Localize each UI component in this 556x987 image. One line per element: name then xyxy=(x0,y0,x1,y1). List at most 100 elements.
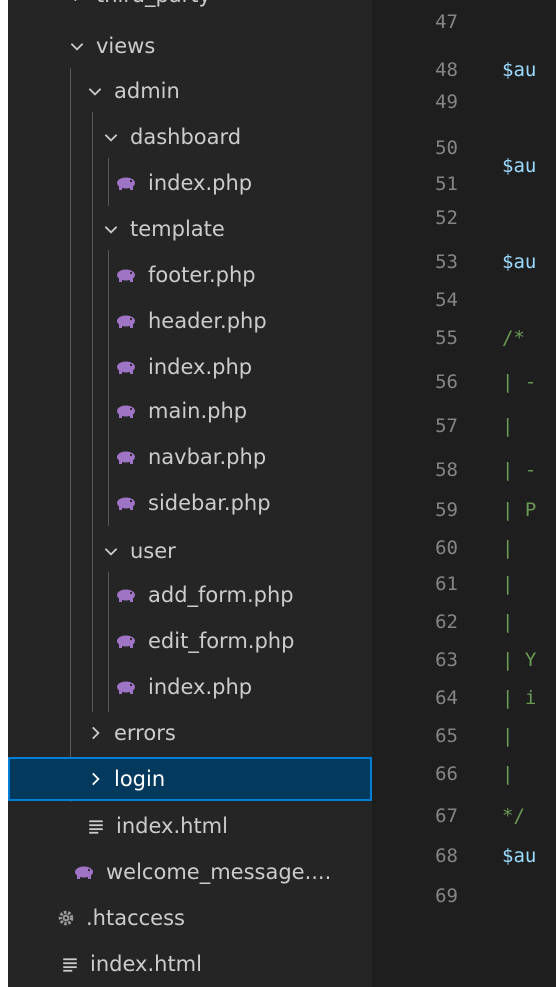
chevron-right-icon xyxy=(66,0,88,6)
chevron-down-icon xyxy=(66,35,88,57)
tree-file-user-index-php[interactable]: index.php xyxy=(8,666,372,708)
code-line-50[interactable]: $au xyxy=(502,146,536,186)
line-number: 65 xyxy=(435,725,458,747)
code-line-66[interactable]: | xyxy=(502,754,513,794)
tree-file-root-index-html[interactable]: index.html xyxy=(8,943,372,985)
chevron-down-icon xyxy=(100,540,122,562)
tree-file-views-index-html[interactable]: index.html xyxy=(8,805,372,847)
line-number: 53 xyxy=(435,251,458,273)
chevron-down-icon xyxy=(100,218,122,240)
php-elephant-icon xyxy=(114,630,138,652)
tree-item-label: navbar.php xyxy=(148,445,267,469)
tree-item-label: edit_form.php xyxy=(148,629,295,653)
line-number: 55 xyxy=(435,327,458,349)
code-line-63[interactable]: | Y xyxy=(502,640,536,680)
tree-file-template-index-php[interactable]: index.php xyxy=(8,346,372,388)
tree-file-header-php[interactable]: header.php xyxy=(8,300,372,342)
line-number: 66 xyxy=(435,763,458,785)
tree-item-label: views xyxy=(96,34,156,58)
code-line-57[interactable]: | xyxy=(502,406,513,446)
tree-folder-user[interactable]: user xyxy=(8,530,372,572)
file-explorer[interactable]: third_party views admin dashboard index.… xyxy=(8,0,372,987)
tree-item-label: header.php xyxy=(148,309,267,333)
text-lines-icon xyxy=(58,953,82,975)
tree-file-main-php[interactable]: main.php xyxy=(8,390,372,432)
php-elephant-icon xyxy=(114,264,138,286)
code-line-59[interactable]: | P xyxy=(502,490,536,530)
code-line-62[interactable]: | xyxy=(502,602,513,642)
tree-folder-admin[interactable]: admin xyxy=(8,70,372,112)
line-number: 56 xyxy=(435,371,458,393)
code-line-55[interactable]: /* xyxy=(502,318,525,358)
tree-folder-template[interactable]: template xyxy=(8,208,372,250)
tree-item-label: index.php xyxy=(148,171,253,195)
line-number: 54 xyxy=(435,289,458,311)
tree-item-label: index.php xyxy=(148,675,253,699)
text-lines-icon xyxy=(84,815,108,837)
line-number: 50 xyxy=(435,137,458,159)
gear-icon xyxy=(54,907,78,929)
code-line-61[interactable]: | xyxy=(502,564,513,604)
tree-folder-views[interactable]: views xyxy=(8,25,372,67)
tree-file-add-form-php[interactable]: add_form.php xyxy=(8,574,372,616)
window-edge xyxy=(0,0,8,987)
tree-file-navbar-php[interactable]: navbar.php xyxy=(8,436,372,478)
line-number: 58 xyxy=(435,459,458,481)
code-line-53[interactable]: $au xyxy=(502,242,536,282)
php-elephant-icon xyxy=(114,676,138,698)
tree-item-label: user xyxy=(130,539,176,563)
php-elephant-icon xyxy=(72,861,96,883)
php-elephant-icon xyxy=(114,356,138,378)
tree-item-label: index.html xyxy=(90,952,202,976)
code-line-67[interactable]: */ xyxy=(502,796,525,836)
tree-item-label: main.php xyxy=(148,399,248,423)
tree-file-welcome-message-php[interactable]: welcome_message.... xyxy=(8,851,372,893)
chevron-down-icon xyxy=(84,80,106,102)
line-number: 52 xyxy=(435,207,458,229)
code-line-64[interactable]: | i xyxy=(502,678,536,718)
php-elephant-icon xyxy=(114,310,138,332)
line-number: 59 xyxy=(435,499,458,521)
tree-item-label: template xyxy=(130,217,225,241)
tree-item-label: add_form.php xyxy=(148,583,294,607)
tree-file-edit-form-php[interactable]: edit_form.php xyxy=(8,620,372,662)
tree-file-sidebar-php[interactable]: sidebar.php xyxy=(8,482,372,524)
chevron-right-icon xyxy=(84,722,106,744)
tree-folder-third-party[interactable]: third_party xyxy=(8,0,372,16)
php-elephant-icon xyxy=(114,492,138,514)
code-line-68[interactable]: $au xyxy=(502,836,536,876)
php-elephant-icon xyxy=(114,584,138,606)
tree-item-label: errors xyxy=(114,721,176,745)
tree-item-label: admin xyxy=(114,79,180,103)
line-number: 63 xyxy=(435,649,458,671)
chevron-right-icon xyxy=(84,768,106,790)
line-number: 67 xyxy=(435,805,458,827)
tree-file-footer-php[interactable]: footer.php xyxy=(8,254,372,296)
code-line-58[interactable]: | - xyxy=(502,450,536,490)
chevron-down-icon xyxy=(100,126,122,148)
code-line-65[interactable]: | xyxy=(502,716,513,756)
php-elephant-icon xyxy=(114,446,138,468)
php-elephant-icon xyxy=(114,172,138,194)
tree-folder-login[interactable]: login xyxy=(8,757,372,801)
line-number: 61 xyxy=(435,573,458,595)
code-line-48[interactable]: $au xyxy=(502,50,536,90)
tree-item-label: login xyxy=(114,767,166,791)
line-number: 62 xyxy=(435,611,458,633)
tree-folder-errors[interactable]: errors xyxy=(8,712,372,754)
tree-file-dashboard-index-php[interactable]: index.php xyxy=(8,162,372,204)
tree-item-label: dashboard xyxy=(130,125,242,149)
line-number: 57 xyxy=(435,415,458,437)
php-elephant-icon xyxy=(114,400,138,422)
code-editor[interactable]: 47 48 49 50 51 52 53 54 55 56 57 58 59 60 61 62 63 64 65 66… xyxy=(372,0,556,987)
code-line-60[interactable]: | xyxy=(502,528,513,568)
tree-file-htaccess[interactable]: .htaccess xyxy=(8,897,372,939)
tree-folder-dashboard[interactable]: dashboard xyxy=(8,116,372,158)
line-number: 69 xyxy=(435,885,458,907)
line-number: 47 xyxy=(435,11,458,33)
code-line-56[interactable]: | - xyxy=(502,362,536,402)
tree-item-label: sidebar.php xyxy=(148,491,271,515)
line-number: 68 xyxy=(435,845,458,867)
tree-item-label: index.html xyxy=(116,814,228,838)
tree-item-label: .htaccess xyxy=(86,906,185,930)
